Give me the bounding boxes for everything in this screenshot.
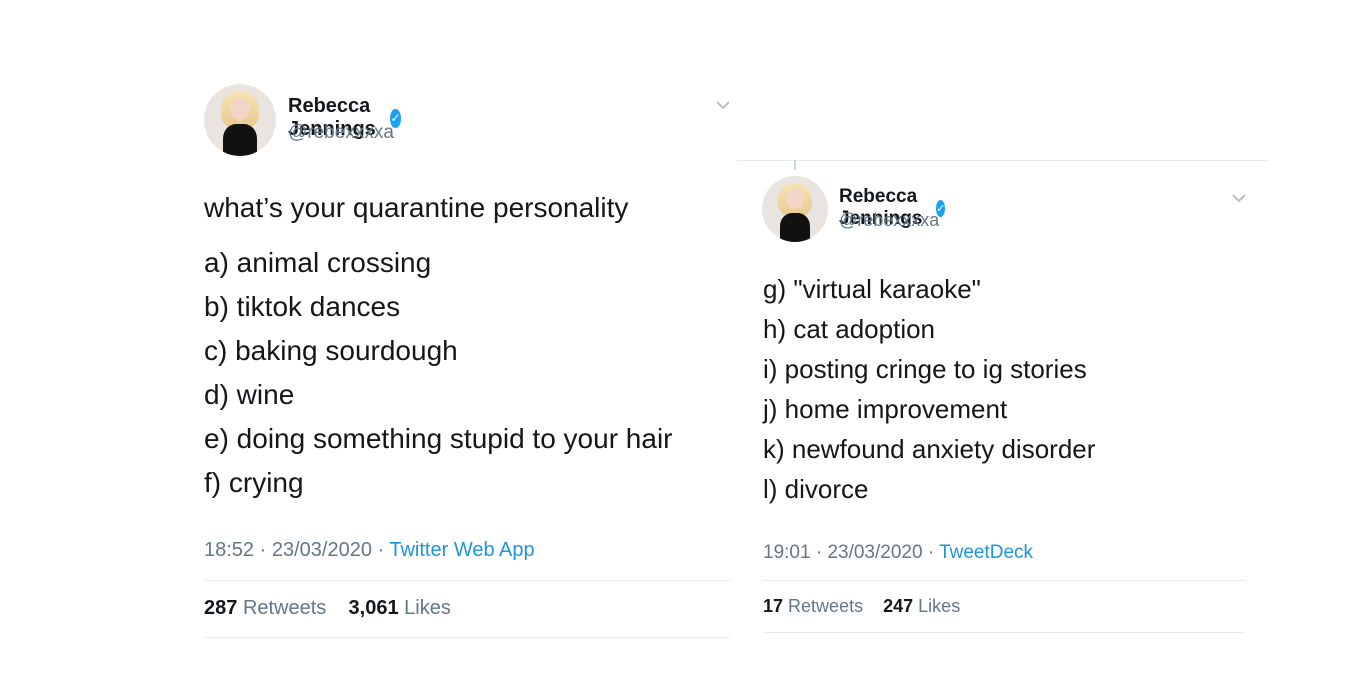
likes-stat[interactable]: 3,061 Likes bbox=[349, 597, 451, 619]
retweet-count: 287 bbox=[204, 597, 238, 619]
tweet-meta: 18:52 · 23/03/2020 · Twitter Web App bbox=[204, 539, 535, 561]
like-count: 247 bbox=[883, 596, 914, 616]
tweet-text-line: f) crying bbox=[204, 467, 304, 498]
tweet-text-line: k) newfound anxiety disorder bbox=[763, 434, 1096, 464]
likes-stat[interactable]: 247 Likes bbox=[883, 596, 960, 616]
tweet-text-line: i) posting cringe to ig stories bbox=[763, 354, 1087, 384]
author-handle[interactable]: @rebexxxxa bbox=[288, 122, 394, 144]
tweet-meta: 19:01 · 23/03/2020 · TweetDeck bbox=[763, 542, 1034, 563]
tweet-stats: 17 Retweets 247 Likes bbox=[763, 596, 960, 617]
thread-divider bbox=[737, 160, 1270, 161]
tweet-date[interactable]: 23/03/2020 bbox=[272, 539, 372, 561]
tweet-text-line: b) tiktok dances bbox=[204, 291, 401, 322]
likes-label: Likes bbox=[918, 596, 961, 616]
tweet-text-line: d) wine bbox=[204, 379, 295, 410]
retweet-count: 17 bbox=[763, 596, 784, 616]
tweet-text-line: a) animal crossing bbox=[204, 247, 432, 278]
avatar[interactable] bbox=[762, 176, 828, 242]
tweet-text-line: g) "virtual karaoke" bbox=[763, 274, 981, 304]
avatar[interactable] bbox=[204, 84, 276, 156]
author-handle[interactable]: @rebexxxxa bbox=[839, 210, 939, 231]
retweets-stat[interactable]: 287 Retweets bbox=[204, 597, 326, 619]
tweet-text-line: what’s your quarantine personality bbox=[204, 192, 629, 223]
tweet-time[interactable]: 18:52 bbox=[204, 539, 254, 561]
tweet-time[interactable]: 19:01 bbox=[763, 542, 811, 563]
tweet-stats: 287 Retweets 3,061 Likes bbox=[204, 597, 451, 620]
retweets-label: Retweets bbox=[242, 597, 327, 619]
tweet-source-link[interactable]: Twitter Web App bbox=[389, 539, 534, 561]
like-count: 3,061 bbox=[348, 597, 399, 619]
tweet-text-line: e) doing something stupid to your hair bbox=[204, 423, 673, 454]
divider bbox=[204, 637, 730, 638]
tweet-source-link[interactable]: TweetDeck bbox=[939, 542, 1033, 563]
thread-connector bbox=[794, 160, 796, 170]
chevron-down-icon[interactable] bbox=[1232, 191, 1246, 205]
tweet-text-line: l) divorce bbox=[763, 474, 869, 504]
tweet-text-line: j) home improvement bbox=[763, 394, 1008, 424]
chevron-down-icon[interactable] bbox=[716, 98, 730, 112]
tweet-text-line: h) cat adoption bbox=[763, 314, 936, 344]
tweet-text-line: c) baking sourdough bbox=[204, 335, 458, 366]
divider bbox=[763, 632, 1245, 633]
retweets-label: Retweets bbox=[788, 596, 864, 616]
retweets-stat[interactable]: 17 Retweets bbox=[763, 596, 863, 616]
tweet-date[interactable]: 23/03/2020 bbox=[827, 542, 922, 563]
likes-label: Likes bbox=[404, 597, 451, 619]
divider bbox=[204, 580, 730, 581]
divider bbox=[763, 580, 1245, 581]
